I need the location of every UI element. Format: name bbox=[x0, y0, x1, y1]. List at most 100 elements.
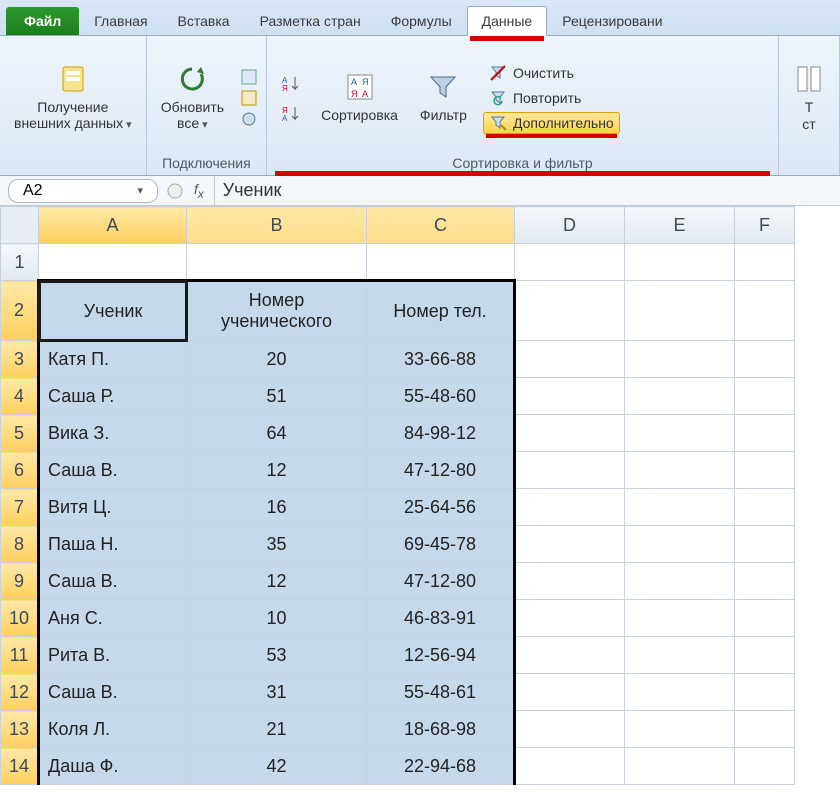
sort-az-button[interactable]: АЯ bbox=[275, 72, 305, 94]
col-header-d[interactable]: D bbox=[515, 207, 625, 244]
col-header-b[interactable]: B bbox=[187, 207, 367, 244]
table-cell[interactable]: Рита В. bbox=[39, 637, 187, 674]
table-cell[interactable]: Саша В. bbox=[39, 563, 187, 600]
table-cell[interactable]: 51 bbox=[187, 378, 367, 415]
database-icon bbox=[57, 63, 89, 95]
tab-data[interactable]: Данные bbox=[467, 6, 548, 36]
row-header[interactable]: 5 bbox=[1, 415, 39, 452]
row-header[interactable]: 2 bbox=[1, 281, 39, 341]
table-cell[interactable]: 12-56-94 bbox=[367, 637, 515, 674]
name-box-expand-icon[interactable] bbox=[166, 182, 184, 200]
col-header-e[interactable]: E bbox=[625, 207, 735, 244]
row-header[interactable]: 8 bbox=[1, 526, 39, 563]
table-cell[interactable]: 18-68-98 bbox=[367, 711, 515, 748]
table-cell[interactable]: 53 bbox=[187, 637, 367, 674]
fx-icon[interactable]: fx bbox=[184, 181, 214, 201]
tab-home[interactable]: Главная bbox=[79, 6, 162, 35]
tab-formulas[interactable]: Формулы bbox=[376, 6, 467, 35]
row-header[interactable]: 9 bbox=[1, 563, 39, 600]
table-cell[interactable]: 31 bbox=[187, 674, 367, 711]
cell-c2[interactable]: Номер тел. bbox=[367, 281, 515, 341]
row-header[interactable]: 14 bbox=[1, 748, 39, 785]
table-cell[interactable]: Саша В. bbox=[39, 674, 187, 711]
row-header[interactable]: 10 bbox=[1, 600, 39, 637]
table-cell[interactable]: Витя Ц. bbox=[39, 489, 187, 526]
tab-layout[interactable]: Разметка стран bbox=[245, 6, 376, 35]
row-header[interactable]: 1 bbox=[1, 244, 39, 281]
table-cell[interactable]: Даша Ф. bbox=[39, 748, 187, 785]
sort-label: Сортировка bbox=[321, 107, 398, 123]
table-cell[interactable]: 42 bbox=[187, 748, 367, 785]
table-cell[interactable]: 33-66-88 bbox=[367, 341, 515, 378]
reapply-icon bbox=[489, 89, 507, 107]
col-header-a[interactable]: A bbox=[39, 207, 187, 244]
ribbon: Получение внешних данных Обновить все По… bbox=[0, 36, 840, 176]
filter-label: Фильтр bbox=[420, 107, 467, 123]
edit-links-icon[interactable] bbox=[240, 110, 258, 128]
clear-label: Очистить bbox=[513, 65, 574, 81]
table-cell[interactable]: 21 bbox=[187, 711, 367, 748]
file-tab[interactable]: Файл bbox=[6, 7, 79, 35]
table-cell[interactable]: 47-12-80 bbox=[367, 452, 515, 489]
get-external-data-button[interactable]: Получение внешних данных bbox=[8, 59, 138, 136]
table-cell[interactable]: 47-12-80 bbox=[367, 563, 515, 600]
funnel-icon bbox=[427, 71, 459, 103]
advanced-icon bbox=[489, 114, 507, 132]
table-cell[interactable]: 84-98-12 bbox=[367, 415, 515, 452]
table-cell[interactable]: Паша Н. bbox=[39, 526, 187, 563]
row-header[interactable]: 11 bbox=[1, 637, 39, 674]
clear-icon bbox=[489, 64, 507, 82]
table-cell[interactable]: 12 bbox=[187, 563, 367, 600]
select-all-corner[interactable] bbox=[1, 207, 39, 244]
col-header-f[interactable]: F bbox=[735, 207, 795, 244]
sort-button[interactable]: АЯЯА Сортировка bbox=[315, 67, 404, 127]
table-cell[interactable]: Аня С. bbox=[39, 600, 187, 637]
tab-insert[interactable]: Вставка bbox=[163, 6, 245, 35]
row-header[interactable]: 7 bbox=[1, 489, 39, 526]
table-cell[interactable]: Катя П. bbox=[39, 341, 187, 378]
table-cell[interactable]: 64 bbox=[187, 415, 367, 452]
text-to-columns-button[interactable]: Т ст bbox=[787, 59, 831, 135]
row-header[interactable]: 6 bbox=[1, 452, 39, 489]
tab-review[interactable]: Рецензировани bbox=[547, 6, 677, 35]
table-cell[interactable]: Саша В. bbox=[39, 452, 187, 489]
filter-button[interactable]: Фильтр bbox=[414, 67, 473, 127]
svg-text:А: А bbox=[351, 77, 357, 87]
row-header[interactable]: 12 bbox=[1, 674, 39, 711]
formula-input[interactable]: Ученик bbox=[214, 176, 840, 205]
row-header[interactable]: 4 bbox=[1, 378, 39, 415]
advanced-filter-button[interactable]: Дополнительно bbox=[483, 112, 620, 134]
table-cell[interactable]: 16 bbox=[187, 489, 367, 526]
sort-za-button[interactable]: ЯА bbox=[275, 102, 305, 124]
table-cell[interactable]: 55-48-60 bbox=[367, 378, 515, 415]
refresh-all-button[interactable]: Обновить все bbox=[155, 59, 230, 136]
table-cell[interactable]: Коля Л. bbox=[39, 711, 187, 748]
spreadsheet-grid[interactable]: A B C D E F 1 2 Ученик Номер ученическог… bbox=[0, 206, 840, 785]
cell-b2[interactable]: Номер ученического bbox=[187, 281, 367, 341]
table-cell[interactable]: 69-45-78 bbox=[367, 526, 515, 563]
group-sort-filter-label: Сортировка и фильтр bbox=[275, 153, 770, 173]
row-header[interactable]: 3 bbox=[1, 341, 39, 378]
reapply-filter-button[interactable]: Повторить bbox=[483, 87, 620, 109]
table-cell[interactable]: 46-83-91 bbox=[367, 600, 515, 637]
clear-filter-button[interactable]: Очистить bbox=[483, 62, 620, 84]
table-cell[interactable]: 12 bbox=[187, 452, 367, 489]
table-cell[interactable]: 22-94-68 bbox=[367, 748, 515, 785]
table-cell[interactable]: 20 bbox=[187, 341, 367, 378]
row-header[interactable]: 13 bbox=[1, 711, 39, 748]
col-header-c[interactable]: C bbox=[367, 207, 515, 244]
advanced-label: Дополнительно bbox=[513, 115, 614, 131]
table-cell[interactable]: Саша Р. bbox=[39, 378, 187, 415]
table-cell[interactable]: 55-48-61 bbox=[367, 674, 515, 711]
connections-icon[interactable] bbox=[240, 68, 258, 86]
name-box[interactable]: A2 ▾ bbox=[8, 179, 158, 203]
ribbon-tabs: Файл Главная Вставка Разметка стран Форм… bbox=[0, 0, 840, 36]
table-cell[interactable]: 25-64-56 bbox=[367, 489, 515, 526]
table-cell[interactable]: Вика З. bbox=[39, 415, 187, 452]
properties-icon[interactable] bbox=[240, 89, 258, 107]
table-cell[interactable]: 35 bbox=[187, 526, 367, 563]
table-cell[interactable]: 10 bbox=[187, 600, 367, 637]
group-external-label bbox=[8, 153, 138, 173]
name-box-value: A2 bbox=[23, 182, 43, 200]
cell-a2[interactable]: Ученик bbox=[39, 281, 187, 341]
